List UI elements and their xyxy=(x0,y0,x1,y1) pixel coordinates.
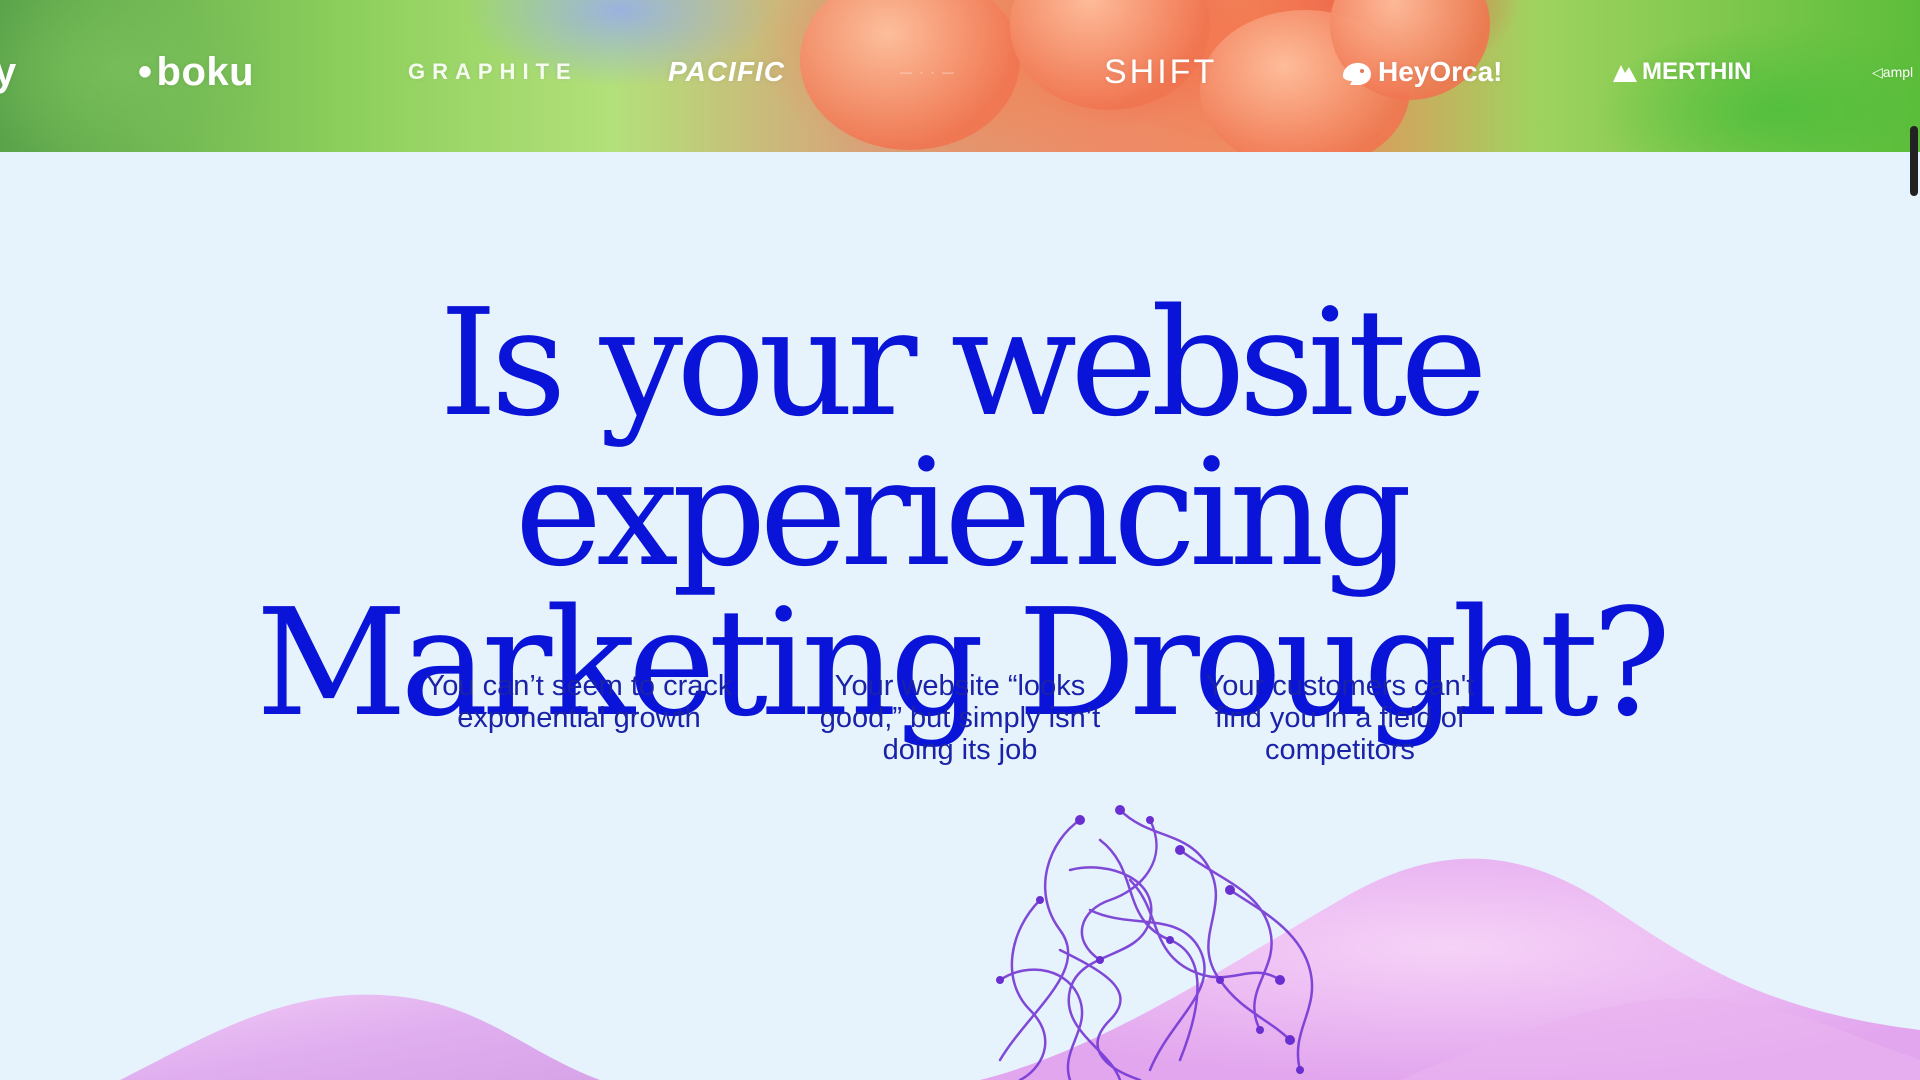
decorative-artwork xyxy=(120,805,1920,1080)
shift-logo: SHIFT xyxy=(1104,53,1218,91)
faint-logo: — · · — xyxy=(900,65,956,79)
pain-points: You can’t seem to crack exponential grow… xyxy=(0,670,1920,790)
amplitude-logo: ◁ampl xyxy=(1872,64,1914,80)
triangle-icon: ◁ xyxy=(1872,64,1883,80)
boku-logo: • boku xyxy=(138,50,255,94)
orca-icon xyxy=(1343,62,1371,85)
pain-point-competitors: Your customers can't find you in a field… xyxy=(1205,670,1475,766)
scrollbar-thumb[interactable] xyxy=(1910,126,1918,196)
pink-wave-left xyxy=(120,994,600,1080)
logo-banner: y • boku GRAPHITE PACIFIC — · · — SHIFT H… xyxy=(0,0,1920,152)
boku-dot-icon: • xyxy=(138,50,153,94)
mountain-icon xyxy=(1613,64,1637,82)
pain-point-website: Your website “looks good,” but simply is… xyxy=(819,670,1101,766)
pain-point-growth: You can’t seem to crack exponential grow… xyxy=(425,670,733,734)
heyorca-logo: HeyOrca! xyxy=(1340,48,1503,96)
merthin-logo: MERTHIN xyxy=(1612,48,1751,96)
headline-line-1: Is your website experiencing xyxy=(439,277,1488,599)
pacific-logo: PACIFIC xyxy=(668,56,785,87)
client-logo-strip: y • boku GRAPHITE PACIFIC — · · — SHIFT H… xyxy=(0,48,1920,96)
graphite-logo: GRAPHITE xyxy=(408,59,578,84)
partial-logo: y xyxy=(0,50,17,94)
